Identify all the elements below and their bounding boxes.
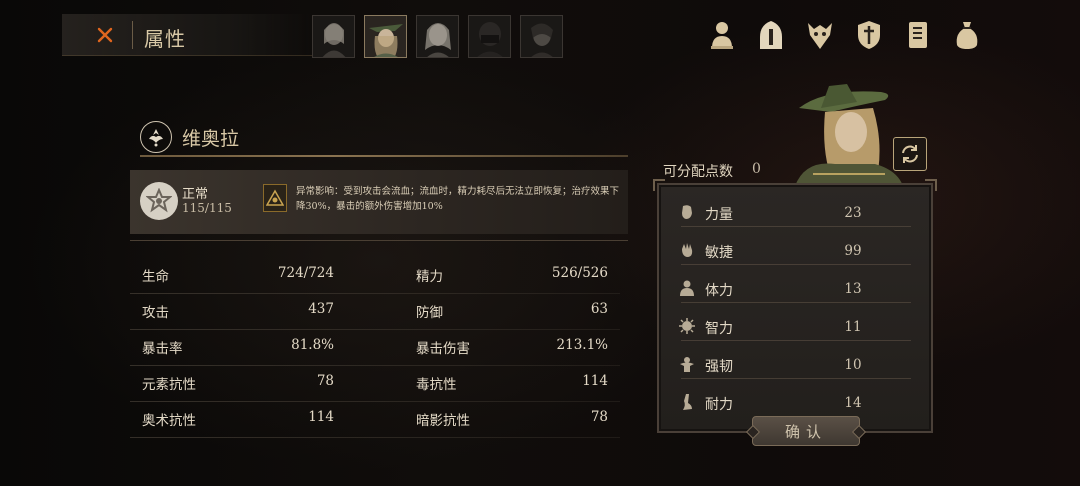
stat-value: 437 (308, 301, 334, 317)
status-name: 正常 (182, 187, 209, 202)
top-menu-icons (706, 16, 983, 54)
hero-bust-icon[interactable] (706, 16, 738, 54)
table-row: 元素抗性 78 毒抗性 114 (130, 368, 620, 404)
character-header: 维奥拉 (140, 118, 628, 158)
attribute-value: 10 (844, 357, 862, 373)
portrait-3[interactable] (416, 15, 459, 58)
reset-button[interactable] (893, 137, 927, 171)
party-portraits (312, 15, 563, 58)
attribute-value: 14 (844, 395, 862, 411)
row-divider (130, 329, 620, 330)
row-divider (681, 302, 911, 303)
status-value: 115/115 (182, 201, 232, 215)
character-portrait (795, 84, 903, 186)
stat-label: 防御 (416, 305, 443, 321)
points-label: 可分配点数 (663, 164, 733, 180)
table-row: 攻击 437 防御 63 (130, 296, 620, 332)
stat-value: 114 (308, 409, 334, 425)
attribute-value: 23 (844, 205, 862, 221)
stat-label: 暴击率 (142, 341, 183, 357)
status-divider (130, 240, 628, 241)
stat-label: 毒抗性 (416, 377, 457, 393)
attribute-value: 99 (844, 243, 862, 259)
brain-icon (677, 316, 697, 336)
stat-label: 攻击 (142, 305, 169, 321)
confirm-button[interactable]: 确认 (752, 416, 860, 446)
stat-label: 元素抗性 (142, 377, 196, 393)
stat-value: 78 (316, 373, 334, 389)
portrait-2[interactable] (364, 15, 407, 58)
attribute-label: 耐力 (705, 397, 733, 413)
title-divider (132, 21, 133, 49)
attribute-label: 敏捷 (705, 245, 733, 261)
close-button[interactable] (92, 22, 118, 48)
list-item: 智力 11 (673, 306, 913, 344)
row-divider (681, 264, 911, 265)
close-icon (97, 27, 113, 43)
class-emblem-icon (140, 121, 172, 153)
row-divider (681, 226, 911, 227)
table-row: 奥术抗性 114 暗影抗性 78 (130, 404, 620, 440)
row-divider (130, 365, 620, 366)
portrait-1[interactable] (312, 15, 355, 58)
attribute-value: 13 (844, 281, 862, 297)
eye-triangle-icon (263, 184, 287, 212)
stat-label: 生命 (142, 269, 169, 285)
name-divider (140, 155, 628, 157)
status-emblem-icon (140, 182, 178, 220)
points-value: 0 (752, 161, 761, 177)
stat-value: 724/724 (277, 265, 334, 281)
table-row: 暴击率 81.8% 暴击伤害 213.1% (130, 332, 620, 368)
stat-value: 81.8% (291, 337, 334, 353)
attribute-label: 强韧 (705, 359, 733, 375)
character-name: 维奥拉 (182, 128, 240, 150)
boot-icon (677, 392, 697, 412)
pouch-icon[interactable] (951, 16, 983, 54)
flex-icon (677, 354, 697, 374)
stat-value: 213.1% (556, 337, 608, 353)
list-item: 力量 23 (673, 192, 913, 230)
helmet-icon[interactable] (755, 16, 787, 54)
person-icon (677, 278, 697, 298)
fist-icon (677, 202, 697, 222)
book-icon[interactable] (902, 16, 934, 54)
stat-value: 114 (582, 373, 608, 389)
stat-label: 精力 (416, 269, 443, 285)
list-item: 敏捷 99 (673, 230, 913, 268)
row-divider (681, 378, 911, 379)
status-effect-text: 异常影响：受到攻击会流血；流血时，精力耗尽后无法立即恢复；治疗效果下降30%，暴… (296, 186, 620, 212)
refresh-icon (902, 145, 918, 163)
list-item: 耐力 14 (673, 382, 913, 420)
attribute-label: 智力 (705, 321, 733, 337)
list-item: 体力 13 (673, 268, 913, 306)
attribute-label: 力量 (705, 207, 733, 223)
hand-icon (677, 240, 697, 260)
shield-icon[interactable] (853, 16, 885, 54)
attribute-value: 11 (844, 319, 862, 335)
stat-label: 暴击伤害 (416, 341, 470, 357)
top-bar: 属性 (62, 14, 312, 56)
stat-value: 78 (590, 409, 608, 425)
row-divider (130, 293, 620, 294)
attribute-panel: 力量 23 敏捷 99 体力 13 智力 11 强韧 10 耐力 14 (653, 179, 937, 433)
portrait-5[interactable] (520, 15, 563, 58)
stat-label: 奥术抗性 (142, 413, 196, 429)
table-row: 生命 724/724 精力 526/526 (130, 260, 620, 296)
page-title: 属性 (144, 27, 186, 51)
attribute-label: 体力 (705, 283, 733, 299)
row-divider (130, 401, 620, 402)
stat-label: 暗影抗性 (416, 413, 470, 429)
stat-value: 63 (590, 301, 608, 317)
list-item: 强韧 10 (673, 344, 913, 382)
row-divider (681, 340, 911, 341)
portrait-4[interactable] (468, 15, 511, 58)
beast-skull-icon[interactable] (804, 16, 836, 54)
stat-value: 526/526 (551, 265, 608, 281)
status-panel: 正常 115/115 异常影响：受到攻击会流血；流血时，精力耗尽后无法立即恢复；… (130, 170, 628, 234)
row-divider (130, 437, 620, 438)
